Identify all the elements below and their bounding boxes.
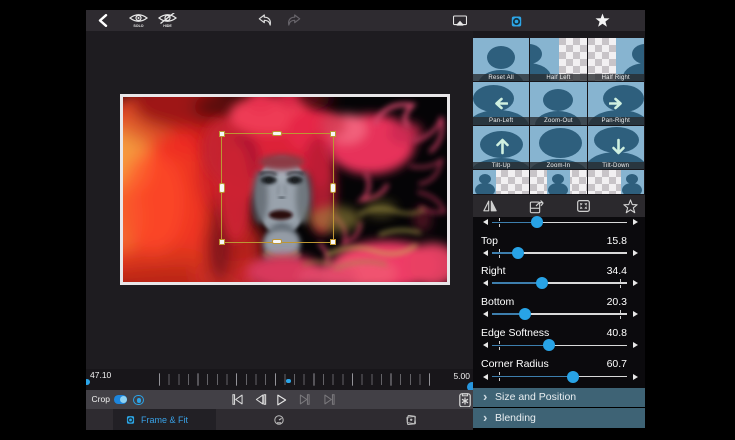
svg-text:SOLO: SOLO xyxy=(133,24,143,28)
svg-text:HIDE: HIDE xyxy=(163,24,172,28)
